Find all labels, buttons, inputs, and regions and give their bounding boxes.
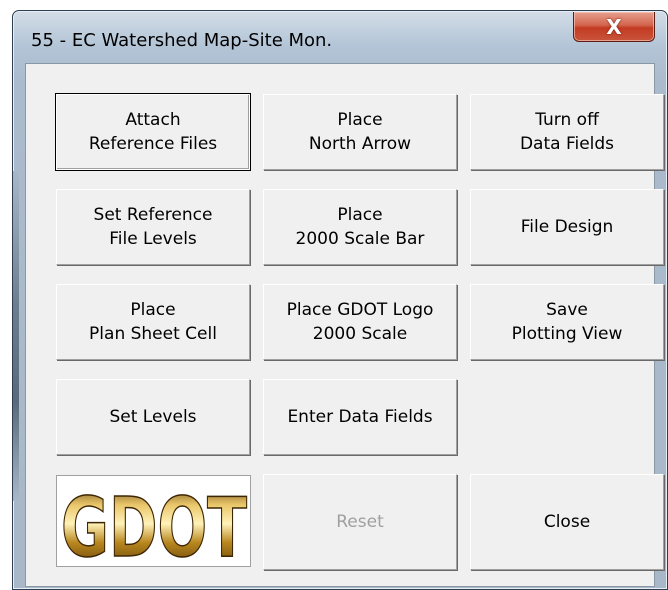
attach-reference-files-button[interactable]: Attach Reference Files	[55, 93, 251, 171]
close-icon: X	[606, 14, 622, 39]
enter-data-fields-button[interactable]: Enter Data Fields	[263, 379, 457, 455]
set-reference-file-levels-button[interactable]: Set Reference File Levels	[56, 189, 250, 265]
dialog-client-area: Attach Reference Files Place North Arrow…	[25, 63, 664, 587]
gdot-logo-text: GDOT	[61, 481, 247, 566]
file-design-button[interactable]: File Design	[470, 189, 664, 265]
gdot-logo: GDOT	[56, 475, 251, 577]
place-gdot-logo-button[interactable]: Place GDOT Logo 2000 Scale	[263, 284, 457, 360]
close-button[interactable]: Close	[470, 474, 664, 570]
place-2000-scale-bar-button[interactable]: Place 2000 Scale Bar	[263, 189, 457, 265]
gdot-logo-graphic: GDOT	[60, 480, 248, 577]
dialog-window: 55 - EC Watershed Map-Site Mon. X Attach…	[12, 10, 668, 590]
place-plan-sheet-cell-button[interactable]: Place Plan Sheet Cell	[56, 284, 250, 360]
set-levels-button[interactable]: Set Levels	[56, 379, 250, 455]
save-plotting-view-button[interactable]: Save Plotting View	[470, 284, 664, 360]
window-title: 55 - EC Watershed Map-Site Mon.	[31, 30, 333, 51]
place-north-arrow-button[interactable]: Place North Arrow	[263, 94, 457, 170]
window-close-button[interactable]: X	[573, 12, 655, 42]
turn-off-data-fields-button[interactable]: Turn off Data Fields	[470, 94, 664, 170]
window-frame-edge	[13, 171, 19, 501]
reset-button[interactable]: Reset	[263, 474, 457, 570]
